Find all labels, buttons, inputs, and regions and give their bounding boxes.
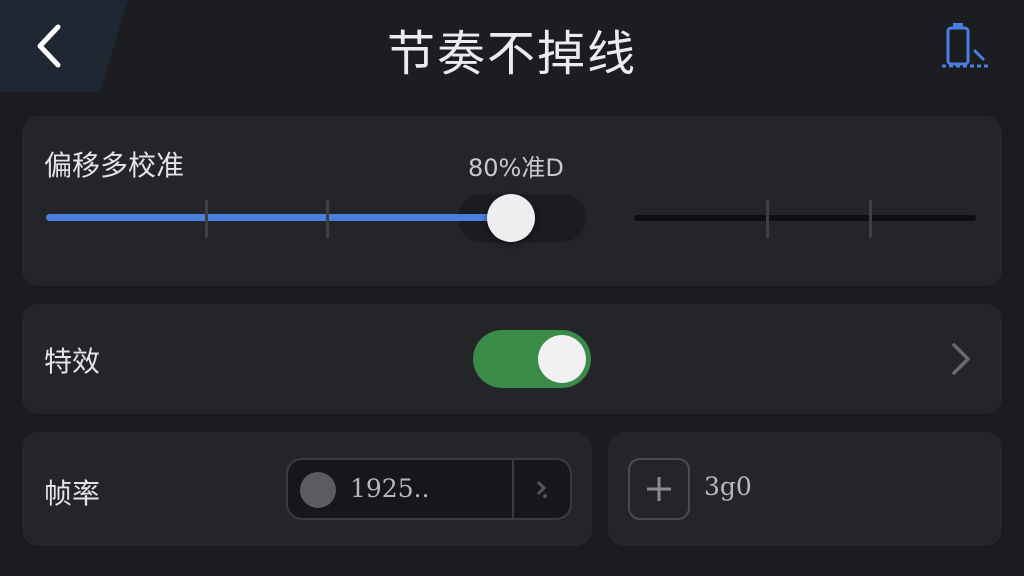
add-card: 3g0 — [608, 432, 1002, 546]
offset-calibration-card: 偏移多校准 80%准D — [22, 116, 1002, 286]
slider-track-remaining[interactable] — [634, 215, 976, 221]
frame-rate-card: 帧率 1925.. — [22, 432, 592, 546]
effects-toggle[interactable] — [473, 330, 591, 388]
refresh-button[interactable] — [512, 460, 570, 518]
top-bar: 节奏不掉线 — [0, 0, 1024, 96]
slider-tick — [869, 200, 872, 238]
effects-card[interactable]: 特效 — [22, 304, 1002, 414]
offset-label: 偏移多校准 — [44, 149, 185, 182]
battery-phone-icon — [942, 23, 988, 68]
add-count-value: 3g0 — [704, 472, 752, 501]
offset-value: 80%准D — [468, 154, 564, 182]
frame-rate-field[interactable]: 1925.. — [286, 458, 572, 520]
toggle-knob — [538, 335, 586, 383]
slider-tick — [205, 200, 208, 238]
slider-tick — [766, 200, 769, 238]
page-title: 节奏不掉线 — [386, 26, 637, 82]
record-icon — [300, 472, 336, 508]
effects-label: 特效 — [44, 345, 101, 378]
device-status-button[interactable] — [938, 20, 992, 72]
slider-tick — [326, 200, 329, 238]
chevron-right-icon[interactable] — [946, 342, 976, 376]
frame-rate-label: 帧率 — [44, 477, 101, 510]
add-button[interactable] — [628, 458, 690, 520]
slider-thumb[interactable] — [487, 194, 535, 242]
plus-icon — [647, 477, 671, 501]
frame-rate-value: 1925.. — [350, 474, 430, 503]
sparkle-icon — [536, 480, 547, 498]
slider-track-filled[interactable] — [46, 214, 516, 221]
